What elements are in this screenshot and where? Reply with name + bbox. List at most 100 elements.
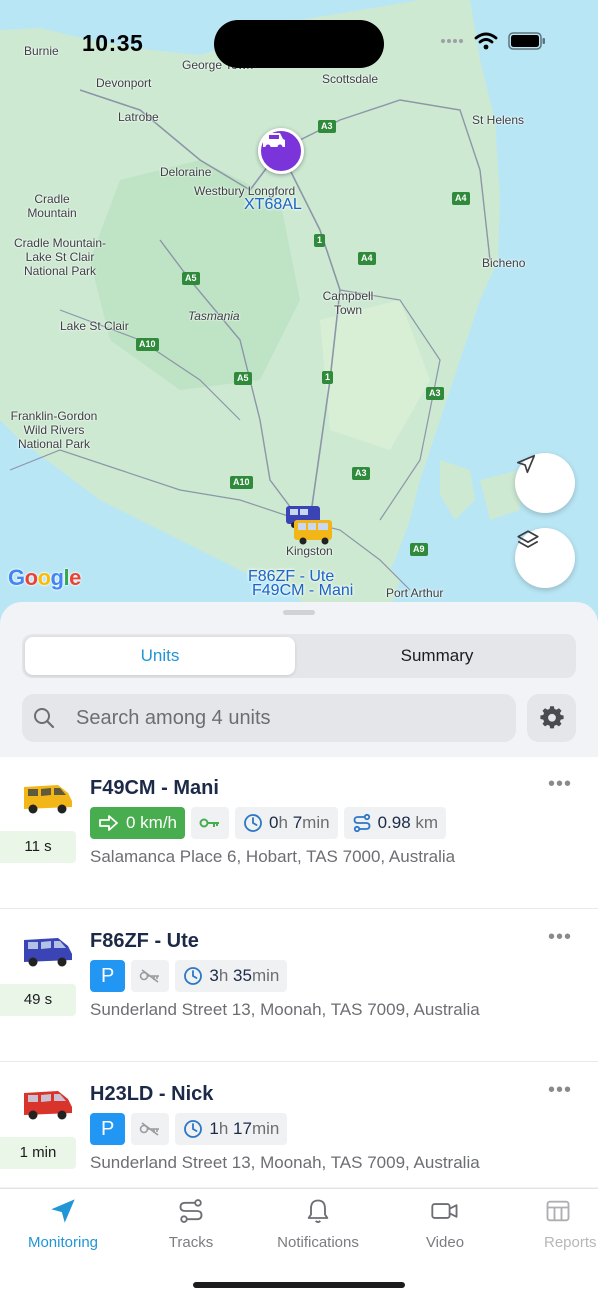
table-icon [546,1200,570,1222]
van-marker-icon[interactable] [292,516,338,546]
tab-units[interactable]: Units [25,637,295,675]
unit-address: Sunderland Street 13, Moonah, TAS 7009, … [90,1153,480,1172]
duration-hours: 3 [209,966,219,985]
tab-label: Video [425,1234,465,1251]
road-shield: A3 [352,467,370,480]
status-icons [440,32,546,50]
route-icon [179,1199,203,1223]
home-indicator [193,1282,405,1288]
units-summary-segmented-control: Units Summary [22,634,576,678]
unit-status-chips: P 1h 17min [90,1113,288,1145]
cellular-signal-icon [441,39,463,43]
duration-minutes: 35 [233,966,252,985]
last-update-age: 1 min [0,1137,76,1169]
road-shield: 1 [314,234,326,247]
key-off-icon [140,969,160,983]
duration-hours-unit: h [218,1119,229,1138]
tab-monitoring[interactable]: Monitoring [3,1197,123,1251]
bell-icon [307,1199,329,1224]
wifi-icon [474,32,498,50]
duration-hours-unit: h [278,813,288,832]
more-options-button[interactable]: ••• [548,1079,572,1102]
route-icon [353,813,370,833]
distance-unit: km [415,813,439,832]
map-place-label: Kingston [286,544,333,558]
unit-name: H23LD - Nick [90,1083,214,1105]
duration-minutes: 7 [292,813,303,832]
map-place-label: Campbell Town [322,289,374,317]
tab-summary[interactable]: Summary [300,637,574,675]
road-shield: A4 [358,252,376,265]
map-view[interactable]: Burnie Devonport George Town Scottsdale … [0,0,598,640]
ignition-chip [131,960,170,992]
road-shield: A3 [426,387,444,400]
tab-label: Reports [544,1234,597,1251]
battery-icon [508,32,545,50]
ignition-chip [191,807,230,839]
unit-address: Sunderland Street 13, Moonah, TAS 7009, … [90,1000,480,1019]
ignition-chip [131,1113,170,1145]
search-placeholder: Search among 4 units [76,707,271,729]
road-shield: 1 [322,371,334,384]
duration-hours-unit: h [218,966,229,985]
last-update-age: 11 s [0,831,76,863]
speed-chip: 0 km/h [90,807,186,839]
unit-marker-xt68al[interactable] [258,128,304,174]
tab-video[interactable]: Video [385,1197,505,1251]
duration-hours: 0 [269,813,279,832]
duration-hours: 1 [209,1119,219,1138]
navigation-arrow-icon [51,1199,75,1223]
unit-list: 11 s F49CM - Mani ••• 0 km/h 0h 7min 0.9… [0,757,598,1215]
locate-me-button[interactable] [515,453,575,513]
unit-status-chips: 0 km/h 0h 7min 0.98 km [90,807,447,839]
status-time: 10:35 [82,30,144,56]
tab-label: Notifications [277,1234,359,1251]
tab-label: Monitoring [27,1234,99,1251]
app-screen: Burnie Devonport George Town Scottsdale … [0,0,598,1300]
map-place-label: Deloraine [160,165,212,179]
clock-icon [184,967,203,985]
sheet-grabber[interactable] [283,610,315,615]
duration-chip: 1h 17min [175,1113,288,1145]
list-settings-button[interactable] [527,694,576,742]
dynamic-island [214,20,384,68]
parked-chip: P [90,960,126,992]
tab-notifications[interactable]: Notifications [258,1197,378,1251]
more-options-button[interactable]: ••• [548,773,572,796]
duration-chip: 3h 35min [175,960,288,992]
key-off-icon [140,1122,160,1136]
unit-name: F49CM - Mani [90,777,219,799]
car-icon [263,133,285,150]
duration-minutes: 17 [233,1119,252,1138]
tab-label: Tracks [168,1234,214,1251]
google-logo: Google [8,565,81,590]
speed-value: 0 km/h [126,813,178,832]
map-layers-button[interactable] [515,528,575,588]
map-place-label: Lake St Clair [60,319,129,333]
unit-list-item[interactable]: 49 s F86ZF - Ute ••• P 3h 35min Sunderla… [0,910,598,1062]
arrow-right-icon [99,815,118,831]
van-icon [24,1091,72,1120]
map-place-label: Latrobe [118,110,159,124]
search-icon [34,708,55,729]
search-input[interactable]: Search among 4 units [22,694,516,742]
van-icon [24,938,72,967]
more-options-button[interactable]: ••• [548,926,572,949]
tab-reports[interactable]: Reports [512,1197,598,1251]
road-shield: A4 [452,192,470,205]
road-shield: A5 [182,272,200,285]
distance-value: 0.98 [377,813,411,832]
tab-tracks[interactable]: Tracks [131,1197,251,1251]
unit-marker-label: XT68AL [244,196,302,213]
road-shield: A9 [410,543,428,556]
clock-icon [244,814,262,832]
gear-icon [539,706,564,729]
unit-marker-label: F49CM - Mani [252,582,354,599]
van-icon [24,785,72,814]
road-shield: A10 [136,338,159,351]
navigation-arrow-icon [516,454,536,474]
unit-list-item[interactable]: 11 s F49CM - Mani ••• 0 km/h 0h 7min 0.9… [0,757,598,909]
key-icon [199,818,220,828]
map-place-label: Bicheno [482,256,526,270]
map-place-label: St Helens [472,113,525,127]
